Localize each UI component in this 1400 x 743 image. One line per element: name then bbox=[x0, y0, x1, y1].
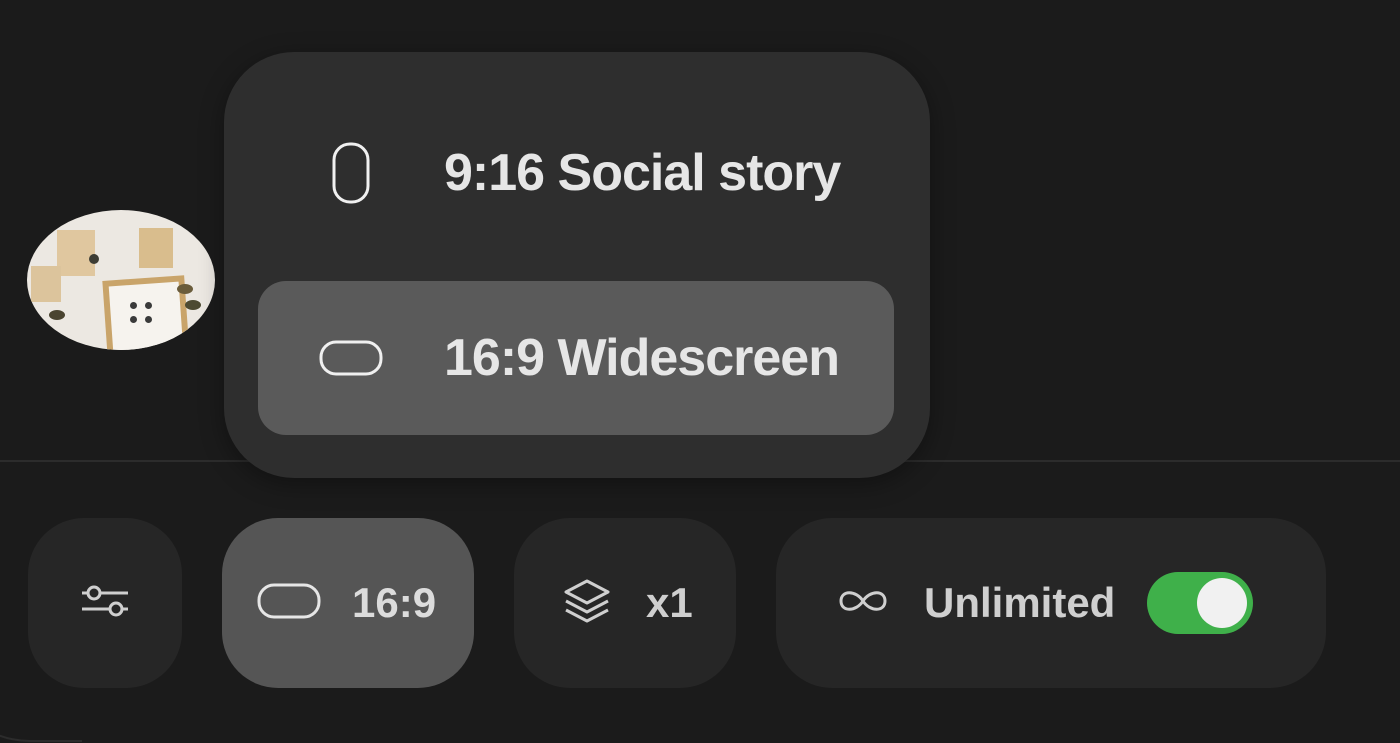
image-count-button[interactable]: x1 bbox=[514, 518, 736, 688]
aspect-ratio-label: 16:9 bbox=[352, 579, 437, 626]
toggle-knob bbox=[1197, 578, 1248, 628]
menu-item-label: 16:9 Widescreen bbox=[444, 329, 840, 387]
thumbnail-leaf bbox=[89, 254, 99, 264]
thumbnail-leaf bbox=[177, 284, 193, 294]
thumbnail-dot bbox=[130, 302, 137, 309]
thumbnail-dot bbox=[145, 316, 152, 323]
thumbnail-card bbox=[57, 230, 95, 276]
unlimited-option: Unlimited bbox=[776, 518, 1326, 688]
layers-icon bbox=[562, 576, 612, 631]
app-canvas: 9:16 Social story 16:9 Widescreen 16:9 x… bbox=[0, 0, 1400, 743]
infinity-icon bbox=[836, 584, 890, 623]
thumbnail-leaf bbox=[49, 310, 65, 320]
menu-item-16-9[interactable]: 16:9 Widescreen bbox=[258, 281, 894, 435]
thumbnail-leaf bbox=[185, 300, 201, 310]
aspect-ratio-menu: 9:16 Social story 16:9 Widescreen bbox=[224, 52, 930, 478]
menu-item-9-16[interactable]: 9:16 Social story bbox=[258, 96, 894, 250]
aspect-ratio-button[interactable]: 16:9 bbox=[222, 518, 474, 688]
unlimited-label: Unlimited bbox=[924, 579, 1116, 626]
thumbnail-dot bbox=[130, 316, 137, 323]
unlimited-toggle[interactable] bbox=[1147, 572, 1254, 634]
landscape-ratio-icon bbox=[258, 339, 444, 377]
sliders-icon bbox=[80, 584, 130, 623]
menu-item-label: 9:16 Social story bbox=[444, 144, 841, 202]
settings-button[interactable] bbox=[28, 518, 182, 688]
portrait-ratio-icon bbox=[258, 141, 444, 205]
thumbnail-dot bbox=[145, 302, 152, 309]
reference-image-thumbnail[interactable] bbox=[27, 210, 215, 350]
thumbnail-card bbox=[31, 266, 61, 302]
image-count-label: x1 bbox=[646, 579, 693, 626]
thumbnail-card bbox=[139, 228, 173, 268]
landscape-ratio-icon bbox=[256, 582, 322, 625]
